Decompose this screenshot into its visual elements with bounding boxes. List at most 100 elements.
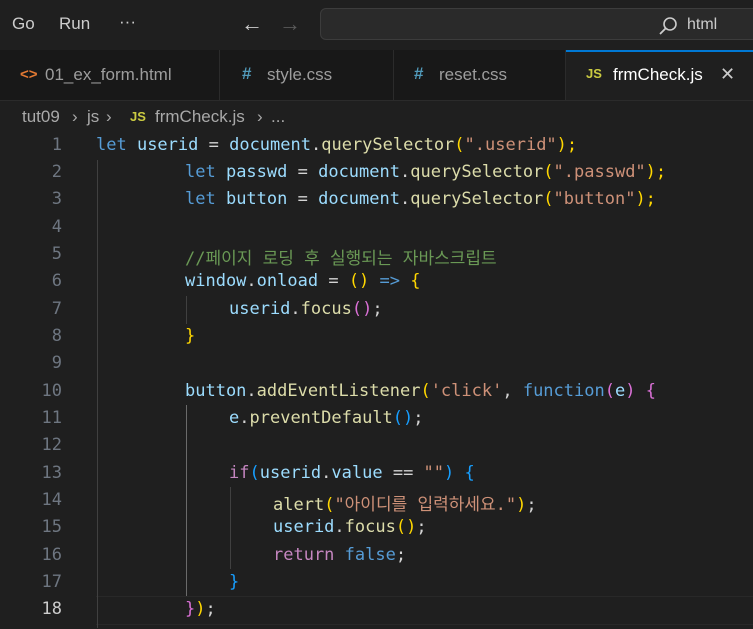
token: =: [297, 162, 308, 182]
token: userid: [259, 463, 322, 483]
token: e: [614, 381, 626, 401]
code-line-7: userid.focus();: [229, 299, 383, 319]
token: userid: [126, 135, 209, 155]
token: .: [321, 463, 332, 483]
line-number-current: 18: [41, 599, 62, 619]
line-number: 10: [41, 381, 62, 401]
token: return: [273, 545, 335, 565]
token: (: [543, 189, 554, 209]
line-number: 9: [51, 353, 62, 373]
token: userid: [273, 517, 335, 537]
code-line-17: }: [229, 572, 240, 592]
token: (): [348, 271, 370, 291]
code-line-3: let button = document.querySelector("but…: [185, 189, 656, 209]
token: onload: [256, 271, 319, 291]
token: (: [543, 162, 554, 182]
line-number: 7: [51, 299, 62, 319]
token: (): [392, 408, 414, 428]
breadcrumb: tut09 › js › JS frmCheck.js › ...: [0, 100, 753, 132]
command-center-search[interactable]: html: [320, 8, 753, 40]
token: value: [331, 463, 383, 483]
token: button: [215, 189, 298, 209]
close-icon[interactable]: ✕: [720, 64, 735, 85]
token: document: [218, 135, 311, 155]
token: false: [334, 545, 396, 565]
chevron-right-icon: ›: [106, 107, 112, 126]
token: "button": [553, 189, 636, 209]
menu-run[interactable]: Run: [59, 14, 90, 34]
line-number: 13: [41, 463, 62, 483]
tab-reset-css[interactable]: # reset.css: [394, 50, 566, 100]
js-file-icon: JS: [130, 109, 146, 124]
token: alert: [273, 495, 325, 515]
indent-guide-active: [186, 405, 187, 596]
token: if: [229, 463, 250, 483]
token: .: [399, 189, 411, 209]
code-line-14: alert("아이디를 입력하세요.");: [273, 490, 537, 515]
token: document: [307, 189, 400, 209]
more-menu-icon[interactable]: ···: [119, 12, 136, 32]
tab-frmcheck-js[interactable]: JS frmCheck.js ✕: [566, 50, 753, 100]
line-number: 11: [41, 408, 62, 428]
token: focus: [344, 517, 396, 537]
back-arrow-icon[interactable]: ←: [241, 12, 263, 36]
token: .: [239, 408, 250, 428]
tab-style-css[interactable]: # style.css: [220, 50, 394, 100]
indent-guide: [230, 487, 231, 569]
tab-01-ex-form-html[interactable]: <> 01_ex_form.html: [0, 50, 220, 100]
code-line-10: button.addEventListener('click', functio…: [185, 381, 656, 401]
token: (: [420, 381, 431, 401]
token: focus: [300, 299, 352, 319]
forward-arrow-icon[interactable]: →: [279, 12, 301, 36]
line-number: 2: [51, 162, 62, 182]
tab-label: 01_ex_form.html: [45, 65, 172, 84]
token: ,: [502, 381, 523, 401]
token: ;: [395, 545, 407, 565]
tab-label: reset.css: [439, 65, 508, 84]
token: =>: [369, 271, 411, 291]
token: querySelector: [410, 189, 544, 209]
code-editor[interactable]: 1 2 3 4 5 6 7 8 9 10 11 12 13 14 15 16 1…: [0, 132, 753, 629]
breadcrumb-folder-tut09[interactable]: tut09: [22, 107, 60, 127]
token: document: [307, 162, 400, 182]
search-text: html: [687, 16, 718, 33]
breadcrumb-file[interactable]: frmCheck.js: [155, 107, 245, 127]
token: .: [290, 299, 301, 319]
line-number: 15: [41, 517, 62, 537]
token: 'click': [430, 381, 503, 401]
token: .: [310, 135, 322, 155]
token: ".passwd": [553, 162, 646, 182]
menu-go[interactable]: Go: [12, 14, 35, 34]
token: (: [249, 463, 260, 483]
token: button: [185, 381, 247, 401]
token: ): [516, 495, 527, 515]
token: =: [297, 189, 308, 209]
token: .: [334, 517, 345, 537]
token: ==: [382, 463, 424, 483]
code-line-1: let userid = document.querySelector(".us…: [96, 135, 577, 155]
code-line-18: });: [185, 599, 216, 619]
token: {: [454, 463, 475, 483]
code-line-15: userid.focus();: [273, 517, 427, 537]
token: "아이디를 입력하세요.": [334, 495, 517, 515]
token: "": [423, 463, 445, 483]
token: ;: [372, 299, 383, 319]
tab-label: frmCheck.js: [613, 65, 703, 84]
chevron-right-icon: ›: [72, 107, 78, 126]
token: preventDefault: [249, 408, 393, 428]
token: passwd: [215, 162, 298, 182]
token: {: [635, 381, 656, 401]
tab-label: style.css: [267, 65, 333, 84]
chevron-right-icon: ›: [257, 107, 263, 126]
title-bar: Go Run ··· ← → html: [0, 0, 753, 50]
css-file-icon: #: [242, 64, 252, 83]
token: querySelector: [410, 162, 544, 182]
token: ;: [413, 408, 424, 428]
breadcrumb-folder-js[interactable]: js: [87, 107, 99, 127]
token: let: [185, 189, 216, 209]
code-line-11: e.preventDefault();: [229, 408, 424, 428]
token: function: [522, 381, 605, 401]
token: (): [351, 299, 373, 319]
search-icon: [659, 17, 677, 35]
breadcrumb-symbols[interactable]: ...: [271, 107, 285, 127]
